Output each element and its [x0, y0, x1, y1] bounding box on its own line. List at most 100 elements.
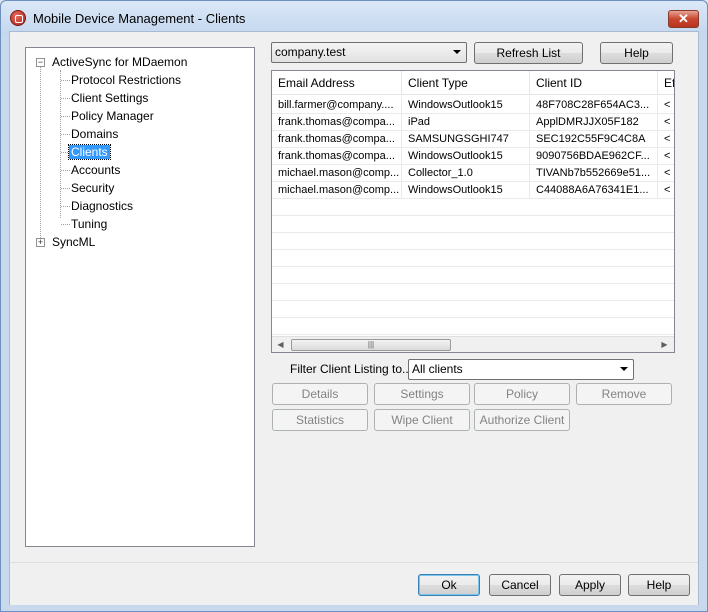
tree-item-label: Clients	[68, 144, 111, 160]
horizontal-scrollbar[interactable]: ◀ ||| ▶	[272, 336, 674, 352]
empty-row	[272, 250, 674, 267]
cell-ef: <	[658, 148, 674, 165]
tree-item-protocol-restrictions[interactable]: Protocol Restrictions	[69, 72, 183, 88]
cell-client-type: iPad	[402, 114, 530, 131]
wipe-client-button[interactable]: Wipe Client	[374, 409, 470, 431]
close-button[interactable]: ✕	[668, 10, 699, 28]
scroll-left-icon[interactable]: ◀	[272, 337, 289, 352]
collapse-icon[interactable]: −	[36, 58, 45, 67]
tree-item-clients[interactable]: Clients	[68, 144, 111, 160]
column-client-type[interactable]: Client Type	[402, 71, 530, 95]
apply-button[interactable]: Apply	[559, 574, 621, 596]
tree-item-security[interactable]: Security	[69, 180, 116, 196]
empty-row	[272, 216, 674, 233]
cell-client-id: 48F708C28F654AC3...	[530, 97, 658, 114]
clients-list[interactable]: Email Address Client Type Client ID Ef b…	[271, 70, 675, 353]
cell-ef: <	[658, 97, 674, 114]
table-row[interactable]: michael.mason@comp... Collector_1.0 TIVA…	[272, 165, 674, 182]
empty-row	[272, 318, 674, 335]
help-button[interactable]: Help	[628, 574, 690, 596]
scroll-thumb[interactable]: |||	[291, 339, 451, 351]
filter-select-value: All clients	[412, 362, 463, 376]
tree-item-tuning[interactable]: Tuning	[69, 216, 109, 232]
details-button[interactable]: Details	[272, 383, 368, 405]
tree-item-label: Domains	[71, 127, 119, 141]
table-row[interactable]: frank.thomas@compa... iPad ApplDMRJJX05F…	[272, 114, 674, 131]
cell-ef: <	[658, 114, 674, 131]
title-bar[interactable]: Mobile Device Management - Clients ✕	[1, 1, 707, 35]
app-icon	[10, 10, 26, 26]
cell-ef: <	[658, 182, 674, 199]
tree-item-label: Tuning	[71, 217, 108, 231]
statistics-button[interactable]: Statistics	[272, 409, 368, 431]
cell-email: michael.mason@comp...	[272, 165, 402, 182]
remove-button[interactable]: Remove	[576, 383, 672, 405]
dialog-body: − ActiveSync for MDaemon Protocol Restri…	[9, 31, 699, 605]
dropdown-arrow-icon	[620, 367, 628, 371]
table-row[interactable]: michael.mason@comp... WindowsOutlook15 C…	[272, 182, 674, 199]
authorize-client-button[interactable]: Authorize Client	[474, 409, 570, 431]
cell-client-type: Collector_1.0	[402, 165, 530, 182]
empty-row	[272, 199, 674, 216]
tree-item-syncml[interactable]: SyncML	[50, 234, 97, 250]
table-row[interactable]: bill.farmer@company.... WindowsOutlook15…	[272, 97, 674, 114]
cell-client-type: SAMSUNGSGHI747	[402, 131, 530, 148]
cell-email: frank.thomas@compa...	[272, 114, 402, 131]
cell-email: frank.thomas@compa...	[272, 148, 402, 165]
tree-item-label: ActiveSync for MDaemon	[52, 55, 188, 69]
cancel-button[interactable]: Cancel	[489, 574, 551, 596]
ok-button[interactable]: Ok	[418, 574, 480, 596]
cell-client-id: C44088A6A76341E1...	[530, 182, 658, 199]
refresh-list-button[interactable]: Refresh List	[474, 42, 583, 64]
tree-item-activesync[interactable]: ActiveSync for MDaemon	[50, 54, 189, 70]
dialog-window: Mobile Device Management - Clients ✕ − A…	[0, 0, 708, 612]
dropdown-arrow-icon	[453, 50, 461, 54]
cell-client-id: 9090756BDAE962CF...	[530, 148, 658, 165]
tree-item-policy-manager[interactable]: Policy Manager	[69, 108, 156, 124]
column-email-address[interactable]: Email Address	[272, 71, 402, 95]
tree-item-label: Diagnostics	[71, 199, 134, 213]
cell-ef: <	[658, 131, 674, 148]
filter-select[interactable]: All clients	[408, 359, 634, 380]
cell-ef: <	[658, 165, 674, 182]
help-button-top[interactable]: Help	[600, 42, 673, 64]
column-client-id[interactable]: Client ID	[530, 71, 658, 95]
tree-item-label: Protocol Restrictions	[71, 73, 182, 87]
empty-row	[272, 267, 674, 284]
cell-client-type: WindowsOutlook15	[402, 97, 530, 114]
domain-select[interactable]: company.test	[271, 42, 467, 63]
list-header: Email Address Client Type Client ID Ef	[272, 71, 674, 95]
cell-email: bill.farmer@company....	[272, 97, 402, 114]
tree-item-domains[interactable]: Domains	[69, 126, 120, 142]
tree-item-label: Policy Manager	[71, 109, 154, 123]
policy-button[interactable]: Policy	[474, 383, 570, 405]
cell-client-id: TIVANb7b552669e51...	[530, 165, 658, 182]
settings-button[interactable]: Settings	[374, 383, 470, 405]
navigation-tree[interactable]: − ActiveSync for MDaemon Protocol Restri…	[25, 47, 255, 547]
cell-client-id: ApplDMRJJX05F182	[530, 114, 658, 131]
tree-item-label: Accounts	[71, 163, 121, 177]
expand-icon[interactable]: +	[36, 238, 45, 247]
tree-item-accounts[interactable]: Accounts	[69, 162, 122, 178]
column-ef[interactable]: Ef	[658, 71, 674, 95]
tree-connector	[40, 62, 41, 238]
cell-client-type: WindowsOutlook15	[402, 148, 530, 165]
domain-select-value: company.test	[275, 45, 346, 59]
tree-item-client-settings[interactable]: Client Settings	[69, 90, 150, 106]
table-row[interactable]: frank.thomas@compa... WindowsOutlook15 9…	[272, 148, 674, 165]
tree-item-label: Security	[71, 181, 115, 195]
scroll-right-icon[interactable]: ▶	[656, 337, 673, 352]
empty-row	[272, 233, 674, 250]
tree-item-label: Client Settings	[71, 91, 149, 105]
cell-client-id: SEC192C55F9C4C8A	[530, 131, 658, 148]
filter-label: Filter Client Listing to...	[290, 362, 413, 376]
empty-row	[272, 284, 674, 301]
tree-item-label: SyncML	[52, 235, 96, 249]
window-title: Mobile Device Management - Clients	[33, 11, 246, 26]
cell-client-type: WindowsOutlook15	[402, 182, 530, 199]
cell-email: frank.thomas@compa...	[272, 131, 402, 148]
table-row[interactable]: frank.thomas@compa... SAMSUNGSGHI747 SEC…	[272, 131, 674, 148]
tree-connector	[60, 70, 61, 218]
tree-item-diagnostics[interactable]: Diagnostics	[69, 198, 135, 214]
empty-row	[272, 301, 674, 318]
